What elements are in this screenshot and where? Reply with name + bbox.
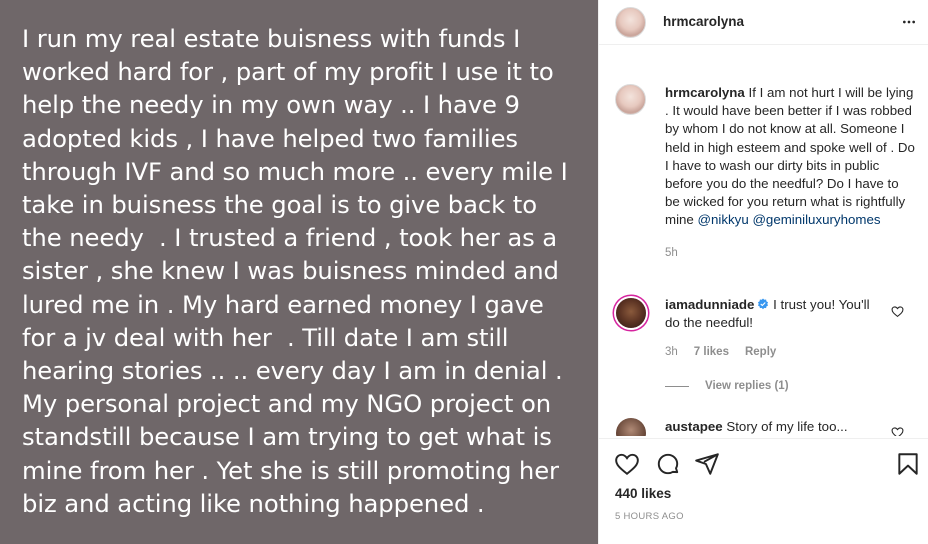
comment-likes[interactable]: 7 likes (694, 346, 729, 358)
mention-link[interactable]: @nikkyu (698, 212, 749, 227)
caption-time[interactable]: 5h (665, 244, 915, 262)
avatar[interactable] (615, 7, 646, 38)
verified-badge-icon (758, 298, 769, 310)
action-bar: 440 likes 5 HOURS AGO (599, 438, 928, 544)
share-icon[interactable] (694, 451, 720, 477)
post-image-text: I run my real estate buisness with funds… (22, 24, 576, 518)
more-horizontal-icon[interactable] (901, 14, 917, 30)
bookmark-icon[interactable] (895, 451, 921, 477)
caption: hrmcarolyna If I am not hurt I will be l… (665, 84, 915, 262)
heart-icon[interactable] (614, 451, 640, 477)
divider (665, 385, 689, 387)
likes-count[interactable]: 440 likes (615, 486, 671, 501)
comment-text: Story of my life too... (726, 419, 848, 434)
caption-text: If I am not hurt I will be lying . It wo… (665, 85, 915, 228)
view-replies-label: View replies (1) (705, 380, 789, 392)
comment-username[interactable]: iamadunniade (665, 297, 754, 312)
heart-icon[interactable] (891, 426, 904, 436)
comment-meta: 3h 7 likes Reply (665, 346, 776, 358)
comment-time[interactable]: 3h (665, 346, 678, 358)
post-sidebar: hrmcarolyna hrmcarolyna If I am not hurt… (598, 0, 928, 544)
comment-icon[interactable] (655, 451, 681, 477)
post-timestamp[interactable]: 5 HOURS AGO (615, 511, 684, 522)
heart-icon[interactable] (891, 305, 904, 318)
mention-link[interactable]: @geminiluxuryhomes (752, 212, 880, 227)
view-replies-button[interactable]: View replies (1) (665, 380, 789, 392)
comment-username[interactable]: austapee (665, 419, 723, 434)
comment: iamadunniade I trust you! You'll do the … (665, 296, 875, 332)
header-username[interactable]: hrmcarolyna (663, 14, 744, 29)
caption-avatar[interactable] (615, 84, 646, 115)
caption-username[interactable]: hrmcarolyna (665, 85, 745, 100)
comment-avatar[interactable] (616, 298, 646, 328)
post-image[interactable]: I run my real estate buisness with funds… (0, 0, 598, 544)
comment-avatar[interactable] (616, 418, 646, 436)
comment: austapee Story of my life too... (665, 418, 875, 436)
comments-list[interactable]: hrmcarolyna If I am not hurt I will be l… (599, 70, 928, 436)
reply-button[interactable]: Reply (745, 346, 776, 358)
post-header: hrmcarolyna (599, 0, 928, 45)
